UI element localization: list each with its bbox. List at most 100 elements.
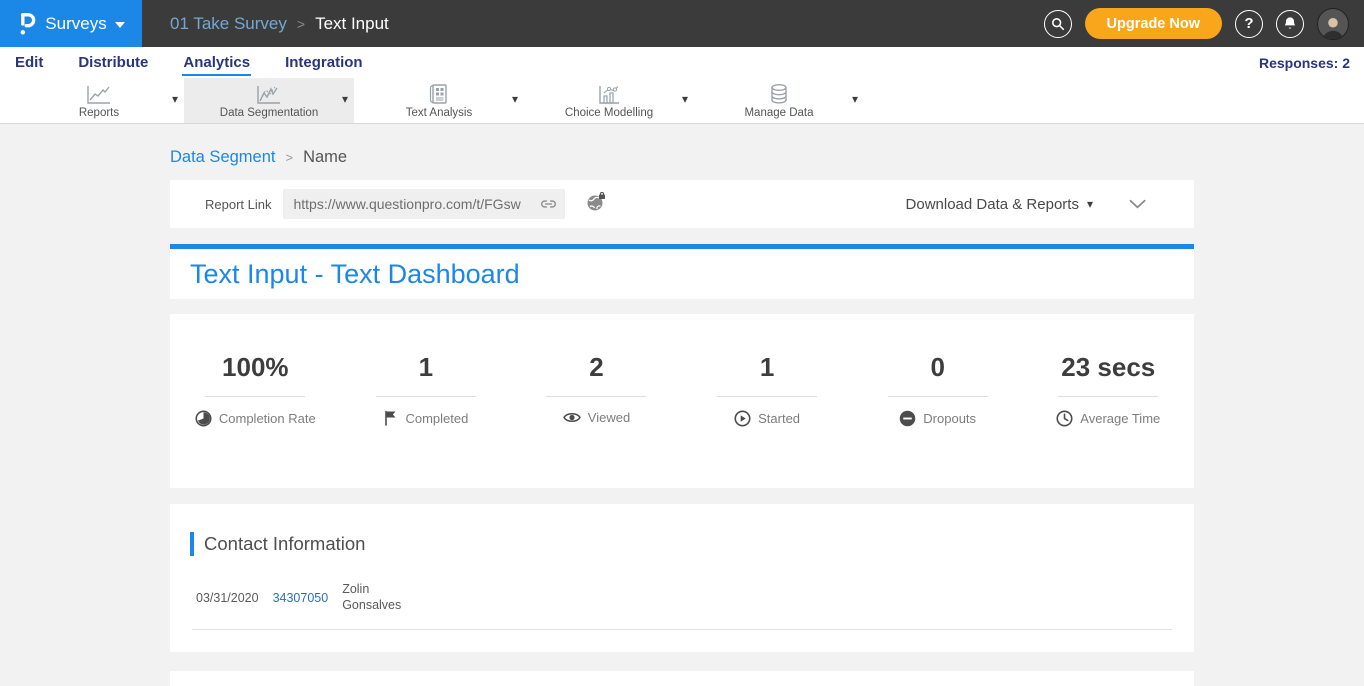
stat-value: 1	[341, 352, 512, 383]
toolbar-item-data-segmentation[interactable]: Data Segmentation ▾	[184, 78, 354, 123]
breadcrumb-survey-link[interactable]: 01 Take Survey	[170, 14, 287, 34]
toolbar-item-label: Text Analysis	[406, 107, 472, 119]
toolbar-item-choice-modelling[interactable]: Choice Modelling ▾	[524, 78, 694, 123]
stat-completed: 1 Completed	[341, 352, 512, 488]
dashboard-title-card: Text Input - Text Dashboard	[170, 244, 1194, 299]
stat-average-time: 23 secs Average Time	[1023, 352, 1194, 488]
stat-label: Completion Rate	[219, 411, 316, 426]
tab-edit[interactable]: Edit	[14, 50, 44, 76]
person-icon	[1320, 13, 1346, 39]
survey-nav: Edit Distribute Analytics Integration Re…	[0, 47, 1364, 78]
user-avatar[interactable]	[1317, 8, 1349, 40]
eye-icon	[563, 411, 581, 424]
response-id-link[interactable]: 34307050	[273, 591, 329, 605]
upgrade-now-button[interactable]: Upgrade Now	[1085, 8, 1222, 39]
stats-card: 100% Completion Rate 1	[170, 314, 1194, 488]
toolbar-item-label: Manage Data	[744, 107, 813, 119]
next-section-card	[170, 671, 1194, 686]
page-title: Text Input	[315, 14, 389, 34]
download-label: Download Data & Reports	[906, 196, 1079, 213]
pie-icon	[195, 410, 212, 427]
divider	[205, 396, 305, 397]
report-link-url: https://www.questionpro.com/t/FGsw	[293, 196, 536, 212]
collapse-chevron-icon[interactable]	[1129, 199, 1146, 209]
product-switcher[interactable]: Surveys	[0, 0, 142, 47]
breadcrumb: 01 Take Survey > Text Input	[170, 14, 389, 34]
top-bar: Surveys 01 Take Survey > Text Input Upgr…	[0, 0, 1364, 47]
top-bar-actions: Upgrade Now ?	[1044, 8, 1364, 40]
link-icon[interactable]	[540, 197, 557, 211]
stat-dropouts: 0 Dropouts	[852, 352, 1023, 488]
segment-breadcrumb: Data Segment > Name	[170, 148, 1194, 167]
stat-label: Started	[758, 411, 800, 426]
text-document-icon	[428, 83, 450, 105]
segmentation-chart-icon	[256, 83, 282, 105]
toolbar-item-label: Reports	[79, 107, 119, 119]
help-button[interactable]: ?	[1235, 10, 1263, 38]
stat-label: Average Time	[1080, 411, 1160, 426]
accent-bar	[190, 532, 194, 556]
divider	[192, 629, 1172, 630]
response-date: 03/31/2020	[196, 591, 259, 605]
question-mark-icon: ?	[1244, 15, 1253, 32]
dashboard-title: Text Input - Text Dashboard	[190, 259, 520, 290]
notifications-button[interactable]	[1276, 10, 1304, 38]
minus-circle-icon	[899, 410, 916, 427]
toolbar-item-label: Data Segmentation	[220, 107, 318, 119]
toolbar-item-text-analysis[interactable]: Text Analysis ▾	[354, 78, 524, 123]
divider	[1058, 396, 1158, 397]
stat-value: 0	[852, 352, 1023, 383]
divider	[546, 396, 646, 397]
flag-icon	[383, 410, 398, 426]
segment-current: Name	[303, 148, 347, 167]
divider	[376, 396, 476, 397]
data-segment-link[interactable]: Data Segment	[170, 148, 275, 167]
download-data-reports-menu[interactable]: Download Data & Reports ▾	[906, 196, 1093, 213]
tab-analytics[interactable]: Analytics	[182, 50, 251, 76]
choice-chart-icon	[597, 83, 621, 105]
contact-row: 03/31/2020 34307050 Zolin Gonsalves	[170, 582, 1194, 613]
tab-integration[interactable]: Integration	[284, 50, 364, 76]
globe-lock-icon[interactable]	[585, 192, 607, 217]
main-content: Data Segment > Name Report Link https://…	[0, 124, 1364, 686]
search-button[interactable]	[1044, 10, 1072, 38]
chevron-down-icon[interactable]: ▾	[342, 92, 348, 106]
analytics-toolbar: Reports ▾ Data Segmentation ▾ Te	[0, 78, 1364, 124]
responses-count[interactable]: Responses: 2	[1259, 55, 1350, 71]
report-link-input[interactable]: https://www.questionpro.com/t/FGsw	[283, 189, 565, 219]
product-label: Surveys	[45, 14, 106, 34]
contact-information-card: Contact Information 03/31/2020 34307050 …	[170, 504, 1194, 652]
chevron-down-icon: ▾	[1087, 197, 1093, 211]
respondent-name: Zolin Gonsalves	[342, 582, 401, 613]
stat-label: Completed	[405, 411, 468, 426]
line-chart-icon	[86, 83, 112, 105]
stat-value: 1	[682, 352, 853, 383]
chevron-down-icon	[115, 22, 125, 28]
divider	[717, 396, 817, 397]
toolbar-item-reports[interactable]: Reports ▾	[14, 78, 184, 123]
toolbar-item-manage-data[interactable]: Manage Data ▾	[694, 78, 864, 123]
database-icon	[768, 83, 790, 105]
chevron-down-icon[interactable]: ▾	[852, 92, 858, 106]
stat-viewed: 2 Viewed	[511, 352, 682, 488]
toolbar-item-label: Choice Modelling	[565, 107, 653, 119]
chevron-down-icon[interactable]: ▾	[172, 92, 178, 106]
search-icon	[1051, 17, 1065, 31]
stat-value: 2	[511, 352, 682, 383]
respondent-last-name: Gonsalves	[342, 598, 401, 612]
respondent-first-name: Zolin	[342, 582, 369, 596]
stat-value: 100%	[170, 352, 341, 383]
chevron-down-icon[interactable]: ▾	[682, 92, 688, 106]
clock-icon	[1056, 410, 1073, 427]
breadcrumb-separator: >	[285, 150, 293, 165]
report-link-label: Report Link	[205, 197, 271, 212]
divider	[888, 396, 988, 397]
breadcrumb-separator: >	[297, 16, 305, 32]
chevron-down-icon[interactable]: ▾	[512, 92, 518, 106]
report-link-bar: Report Link https://www.questionpro.com/…	[170, 180, 1194, 228]
stat-completion-rate: 100% Completion Rate	[170, 352, 341, 488]
stat-label: Viewed	[588, 410, 630, 425]
play-icon	[734, 410, 751, 427]
tab-distribute[interactable]: Distribute	[77, 50, 149, 76]
stat-value: 23 secs	[1023, 352, 1194, 383]
